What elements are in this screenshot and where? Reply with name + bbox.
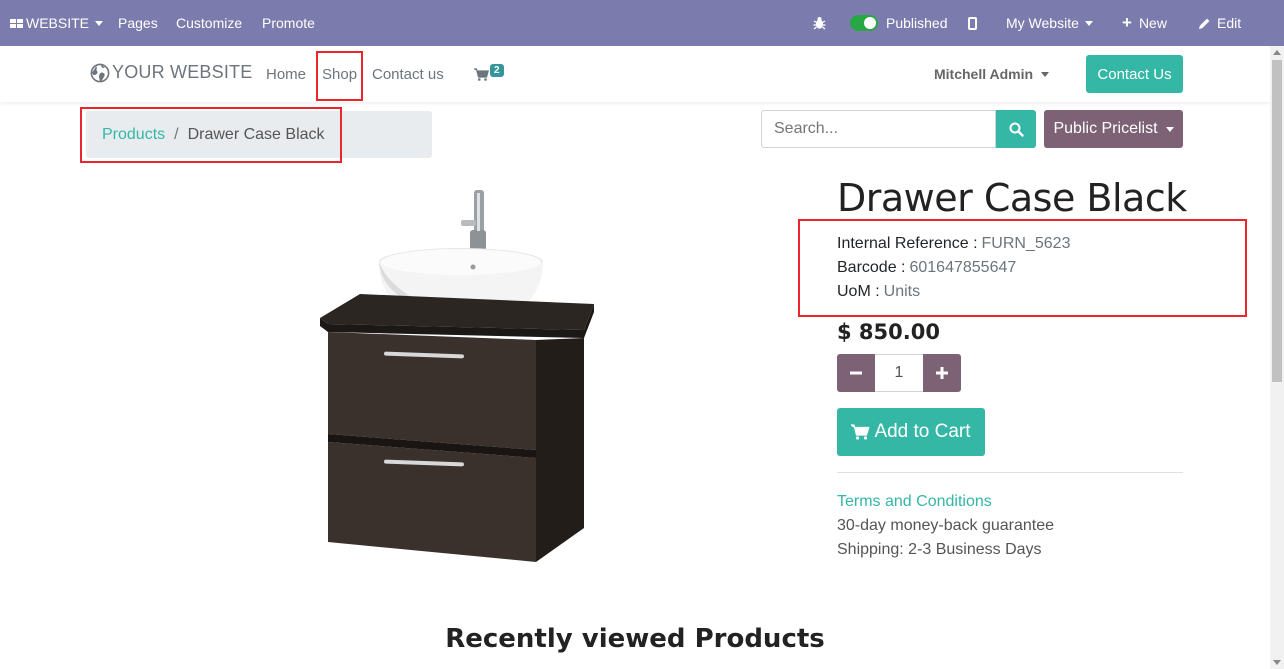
website-menu[interactable]: WEBSITE: [10, 0, 104, 46]
page-scrollbar[interactable]: [1270, 46, 1284, 669]
caret-down-icon: [95, 20, 104, 26]
customize-menu[interactable]: Customize: [176, 0, 242, 46]
guarantee-text: 30-day money-back guarantee: [837, 517, 1055, 534]
search-input[interactable]: [761, 110, 996, 148]
quantity-increase-button[interactable]: [923, 354, 961, 392]
nav-contact-us[interactable]: Contact us: [372, 66, 444, 83]
highlight-shop-nav: [316, 51, 363, 101]
product-terms: Terms and Conditions 30-day money-back g…: [837, 490, 1054, 562]
product-image: [320, 190, 594, 562]
published-label: Published: [886, 15, 948, 31]
pencil-icon: [1199, 18, 1210, 29]
caret-down-icon: [1084, 20, 1093, 26]
caret-down-icon: [1165, 126, 1174, 132]
scrollbar-thumb[interactable]: [1272, 60, 1282, 382]
cart-count-badge: 2: [490, 64, 504, 77]
product-price: $ 850.00: [837, 320, 940, 344]
published-toggle[interactable]: Published: [850, 0, 948, 46]
website-menu-label: WEBSITE: [26, 15, 90, 31]
apps-grid-icon: [10, 18, 23, 28]
shopping-cart-icon: [474, 68, 489, 81]
plus-icon: [936, 367, 948, 379]
product-title: Drawer Case Black: [837, 176, 1187, 220]
quantity-stepper: 1: [837, 354, 961, 392]
scroll-up-arrow-icon[interactable]: [1273, 50, 1281, 55]
logo-text: YOUR WEBSITE: [112, 62, 253, 82]
globe-icon: [90, 63, 110, 82]
site-logo[interactable]: YOUR WEBSITE: [90, 62, 252, 83]
add-to-cart-label: Add to Cart: [874, 421, 971, 442]
add-to-cart-button[interactable]: Add to Cart: [837, 408, 985, 456]
caret-down-icon: [1041, 71, 1050, 77]
debug-bug-icon[interactable]: [813, 0, 826, 46]
search-icon: [1009, 122, 1024, 137]
new-label: New: [1138, 15, 1167, 31]
pages-menu[interactable]: Pages: [118, 0, 158, 46]
shipping-text: Shipping: 2-3 Business Days: [837, 541, 1042, 558]
minus-icon: [850, 371, 862, 375]
mobile-phone-icon: [968, 16, 977, 30]
highlight-product-attributes: [798, 219, 1247, 317]
pricelist-dropdown[interactable]: Public Pricelist: [1044, 110, 1183, 148]
toggle-switch-icon: [850, 15, 878, 31]
pricelist-label: Public Pricelist: [1053, 120, 1158, 137]
site-header: YOUR WEBSITE Home Shop Contact us 2 Mitc…: [0, 46, 1270, 102]
shopping-cart-icon: [851, 424, 870, 440]
highlight-breadcrumb: [80, 107, 342, 163]
mobile-preview-button[interactable]: [968, 0, 977, 46]
scroll-down-arrow-icon[interactable]: [1273, 660, 1281, 665]
promote-menu[interactable]: Promote: [262, 0, 315, 46]
my-website-label: My Website: [1006, 15, 1079, 31]
divider: [837, 472, 1183, 473]
recently-viewed-heading: Recently viewed Products: [445, 624, 825, 654]
admin-bar: WEBSITE Pages Customize Promote Publishe…: [0, 0, 1284, 46]
cart-link[interactable]: 2: [474, 64, 504, 81]
quantity-decrease-button[interactable]: [837, 354, 875, 392]
plus-icon: +: [1122, 13, 1132, 32]
my-website-menu[interactable]: My Website: [1006, 0, 1093, 46]
terms-and-conditions-link[interactable]: Terms and Conditions: [837, 493, 992, 510]
new-button[interactable]: + New: [1122, 0, 1167, 46]
user-menu[interactable]: Mitchell Admin: [934, 66, 1050, 82]
nav-home[interactable]: Home: [266, 66, 306, 83]
quantity-input[interactable]: 1: [875, 354, 923, 392]
user-name: Mitchell Admin: [934, 66, 1034, 82]
contact-us-button[interactable]: Contact Us: [1086, 55, 1183, 93]
edit-button[interactable]: Edit: [1198, 0, 1241, 46]
edit-label: Edit: [1217, 15, 1242, 31]
search-button[interactable]: [996, 110, 1036, 148]
